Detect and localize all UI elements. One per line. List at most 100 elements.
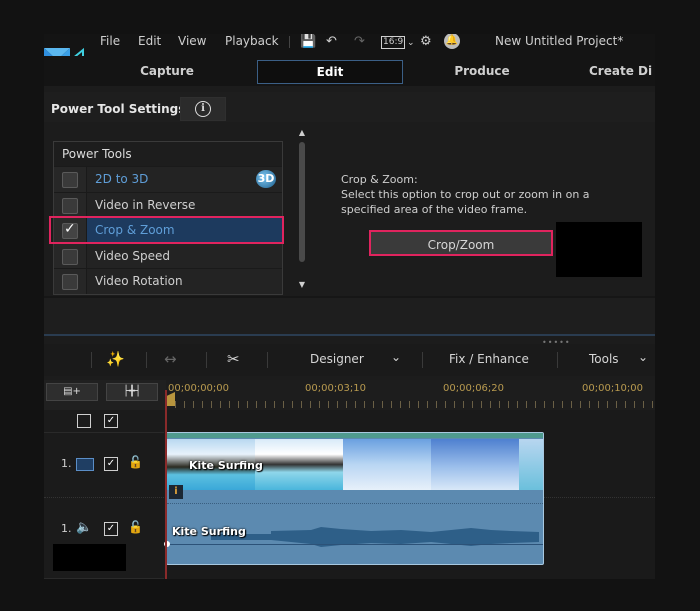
- fix-enhance-menu[interactable]: Fix / Enhance: [449, 352, 529, 366]
- notification-bell-icon[interactable]: 🔔: [444, 34, 460, 49]
- undo-icon[interactable]: ↶: [326, 34, 337, 49]
- chevron-down-icon[interactable]: ⌄: [391, 350, 401, 364]
- toolbar-separator: [267, 352, 268, 368]
- 3d-badge-icon: 3D: [256, 170, 276, 188]
- unlock-icon[interactable]: 🔓: [128, 520, 143, 534]
- clip-thumbnail: [431, 439, 519, 490]
- timeline-toolbar: ✨ ↔ ✂ Designer ⌄ Fix / Enhance Tools ⌄: [44, 344, 655, 376]
- panel-divider: [44, 334, 655, 336]
- tool-label: Video in Reverse: [95, 198, 196, 212]
- clip-thumbnail: [519, 439, 543, 490]
- menu-file[interactable]: File: [100, 34, 120, 48]
- menu-playback[interactable]: Playback: [225, 34, 279, 48]
- playhead-line[interactable]: [165, 390, 167, 579]
- toolbar-separator: [557, 352, 558, 368]
- playhead-marker[interactable]: [166, 392, 175, 406]
- tool-item-2d-to-3d[interactable]: 2D to 3D 3D: [54, 166, 282, 192]
- add-track-button[interactable]: ▤+: [46, 383, 98, 401]
- menu-separator: [289, 36, 290, 48]
- tool-label: Video Speed: [95, 249, 171, 263]
- panel-title: Power Tool Settings: [51, 102, 186, 116]
- save-icon[interactable]: 💾: [300, 34, 316, 49]
- audio-clip-label: Kite Surfing: [172, 525, 246, 538]
- toolbar-separator: [206, 352, 207, 368]
- powerdirector-window: File Edit View Playback 💾 ↶ ↷ 16:9 ⌄ ⚙ 🔔…: [44, 34, 655, 579]
- timecode-1: 00;00;03;10: [305, 383, 367, 394]
- enable-all-checkbox[interactable]: ✓: [104, 414, 118, 428]
- tool-item-video-rotation[interactable]: Video Rotation: [54, 268, 282, 294]
- checkbox-video-rotation[interactable]: [62, 274, 78, 290]
- checkbox-video-speed[interactable]: [62, 249, 78, 265]
- tools-scrollbar[interactable]: ▲ ▼: [297, 128, 307, 294]
- video-clip-label: Kite Surfing: [189, 459, 263, 472]
- tab-capture[interactable]: Capture: [124, 60, 210, 82]
- tab-edit[interactable]: Edit: [257, 60, 403, 84]
- timeline-ruler[interactable]: 00;00;00;00 00;00;03;10 00;00;06;20 00;0…: [166, 380, 655, 410]
- audio-volume-line[interactable]: [167, 544, 543, 545]
- track-number: 1.: [61, 457, 72, 470]
- designer-menu[interactable]: Designer: [310, 352, 364, 366]
- timeline-clip[interactable]: Kite Surfing i Kite Surfing: [164, 432, 544, 565]
- fit-timeline-button[interactable]: ├╋┤: [106, 383, 158, 401]
- menu-edit[interactable]: Edit: [138, 34, 161, 48]
- info-icon: i: [195, 101, 211, 117]
- tools-menu[interactable]: Tools: [589, 352, 619, 366]
- clip-info-icon[interactable]: i: [169, 485, 183, 499]
- redacted-area: [556, 222, 642, 277]
- tool-label: 2D to 3D: [95, 172, 149, 186]
- split-icon[interactable]: ↔: [164, 350, 177, 368]
- track-number: 1.: [61, 522, 72, 535]
- audio-track-icon: 🔈: [76, 520, 93, 535]
- clip-thumbnail: [255, 439, 343, 490]
- unlock-icon[interactable]: 🔓: [128, 455, 143, 469]
- toolbar-separator: [422, 352, 423, 368]
- description-title: Crop & Zoom:: [341, 173, 418, 186]
- description-text: Select this option to crop out or zoom i…: [341, 188, 590, 216]
- power-tools-header: Power Tools: [54, 142, 282, 166]
- audio-track-enable-checkbox[interactable]: ✓: [104, 522, 118, 536]
- chevron-down-icon[interactable]: ⌄: [638, 350, 648, 364]
- scroll-up-arrow-icon[interactable]: ▲: [297, 128, 307, 137]
- menu-view[interactable]: View: [178, 34, 206, 48]
- tab-produce[interactable]: Produce: [439, 60, 525, 82]
- redacted-area: [53, 544, 126, 571]
- timeline-tracks: Kite Surfing i Kite Surfing: [164, 410, 655, 579]
- timecode-3: 00;00;10;00: [582, 383, 644, 394]
- clip-divider: [167, 503, 543, 504]
- tool-item-video-speed[interactable]: Video Speed: [54, 243, 282, 269]
- timecode-2: 00;00;06;20: [443, 383, 505, 394]
- redo-icon[interactable]: ↷: [354, 34, 365, 49]
- track-header-all: ✓: [44, 410, 164, 433]
- timeline-ruler-row: ▤+ ├╋┤ 00;00;00;00 00;00;03;10 00;00;06;…: [44, 380, 655, 410]
- power-tool-settings-header: Power Tool Settings i: [44, 92, 655, 122]
- scroll-down-arrow-icon[interactable]: ▼: [297, 280, 307, 289]
- timecode-0: 00;00;00;00: [168, 383, 230, 394]
- menu-bar: File Edit View Playback 💾 ↶ ↷ 16:9 ⌄ ⚙ 🔔…: [44, 34, 655, 56]
- checkbox-video-in-reverse[interactable]: [62, 198, 78, 214]
- ruler-ticks: [166, 401, 655, 408]
- aspect-ratio-selector[interactable]: 16:9: [381, 36, 406, 49]
- highlight-box-crop-zoom: [49, 216, 284, 244]
- video-track-icon: [76, 458, 94, 471]
- magic-wand-icon[interactable]: ✨: [106, 350, 125, 368]
- scissors-icon[interactable]: ✂: [227, 350, 240, 368]
- clip-thumbnail: [343, 439, 431, 490]
- track-headers: ✓ 1. ✓ 🔓 1. 🔈 ✓ 🔓: [44, 410, 164, 579]
- scroll-thumb[interactable]: [299, 142, 305, 262]
- tool-item-video-in-reverse[interactable]: Video in Reverse: [54, 192, 282, 218]
- settings-gear-icon[interactable]: ⚙: [420, 34, 432, 49]
- tool-description: Crop & Zoom: Select this option to crop …: [341, 172, 611, 217]
- chevron-down-icon[interactable]: ⌄: [407, 36, 415, 51]
- all-tracks-icon[interactable]: [77, 414, 91, 428]
- clip-top-bar: [167, 433, 543, 438]
- toolbar-separator: [146, 352, 147, 368]
- crop-zoom-button[interactable]: Crop/Zoom: [369, 230, 553, 256]
- mode-tabs: Capture Edit Produce Create Di: [44, 56, 655, 86]
- track-manager-icon: ▤+: [63, 386, 81, 397]
- info-button[interactable]: i: [180, 97, 226, 121]
- video-track-enable-checkbox[interactable]: ✓: [104, 457, 118, 471]
- tab-create-disc[interactable]: Create Di: [589, 60, 655, 82]
- checkbox-2d-to-3d[interactable]: [62, 172, 78, 188]
- track-header-video: 1. ✓ 🔓: [44, 433, 164, 498]
- project-title: New Untitled Project*: [495, 34, 624, 48]
